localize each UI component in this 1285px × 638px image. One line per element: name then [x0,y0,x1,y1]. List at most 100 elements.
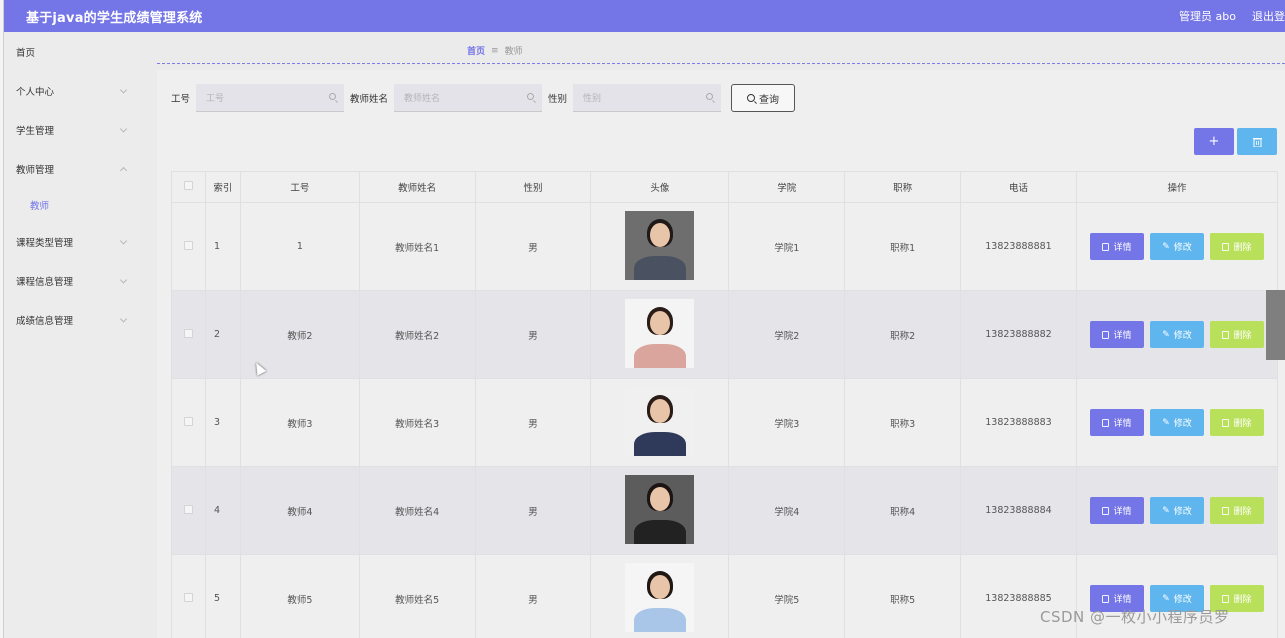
sidebar-item-profile[interactable]: 个人中心 [4,71,140,110]
cell-title: 职称3 [844,378,962,467]
trash-icon [1222,506,1230,515]
avatar [625,474,695,544]
sidebar-item-grades[interactable]: 成绩信息管理 [4,300,140,339]
sidebar-item-students[interactable]: 学生管理 [4,110,140,149]
edit-button[interactable]: ✎ 修改 [1149,497,1204,524]
cell-phone: 13823888882 [960,290,1077,379]
column-header-phone: 电话 [960,171,1077,203]
trash-icon [1222,594,1230,603]
avatar [625,210,695,280]
query-button[interactable]: 查询 [731,84,796,112]
sidebar-item-courses[interactable]: 课程信息管理 [4,261,140,300]
document-icon [1102,594,1110,603]
cell-college: 学院1 [728,202,846,291]
edit-button[interactable]: ✎ 修改 [1149,233,1204,260]
detail-button[interactable]: 详情 [1089,321,1144,348]
detail-button[interactable]: 详情 [1089,497,1144,524]
avatar [625,298,695,368]
pencil-icon: ✎ [1162,241,1170,252]
cell-name: 教师姓名2 [358,290,476,379]
search-icon [527,93,535,100]
edit-button[interactable]: ✎ 修改 [1149,321,1204,348]
pencil-icon: ✎ [1162,593,1170,604]
breadcrumb: 首页 ≡ 教师 [157,38,1285,64]
chevron-down-icon [119,314,128,323]
column-header-name: 教师姓名 [358,171,476,203]
column-header-title: 职称 [844,171,962,203]
cell-index: 4 [204,466,241,555]
cell-id: 教师4 [239,466,360,555]
cell-title: 职称1 [844,202,962,291]
batch-delete-button[interactable] [1237,128,1277,155]
cell-gender: 男 [474,202,592,291]
main-panel: 工号 工号 教师姓名 教师姓名 性别 性别 查询 + 索引 工号 教师姓名 性别… [157,70,1285,638]
table-row: 1 1 教师姓名1 男 学院1 职称1 13823888881 详情 ✎ 修改 删… [171,202,1279,291]
pencil-icon: ✎ [1162,505,1170,516]
table-row: 4 教师4 教师姓名4 男 学院4 职称4 13823888884 详情 ✎ 修改… [171,466,1279,555]
delete-button[interactable]: 删除 [1209,409,1264,436]
breadcrumb-separator: ≡ [491,45,499,56]
column-header-index: 索引 [204,171,241,203]
cell-gender: 男 [474,290,592,379]
scrollbar-thumb[interactable] [1266,290,1285,360]
sidebar-item-home[interactable]: 首页 [4,32,140,71]
sidebar-subitem-teacher[interactable]: 教师 [4,188,140,222]
row-checkbox[interactable] [183,504,193,514]
chevron-down-icon [119,124,128,133]
edit-button[interactable]: ✎ 修改 [1149,409,1204,436]
trash-icon [1222,330,1230,339]
cell-college: 学院3 [728,378,846,467]
sidebar-item-course-types[interactable]: 课程类型管理 [4,222,140,261]
search-input-gender[interactable]: 性别 [573,84,722,112]
sidebar: 首页 个人中心 学生管理 教师管理 教师 课程类型管理 课程信息管理 成绩信息管… [4,32,140,638]
cell-name: 教师姓名1 [358,202,476,291]
delete-button[interactable]: 删除 [1209,321,1264,348]
delete-button[interactable]: 删除 [1209,497,1264,524]
trash-icon [1222,418,1230,427]
sidebar-item-teachers[interactable]: 教师管理 [4,149,140,188]
cell-gender: 男 [474,378,592,467]
cell-id: 教师3 [239,378,360,467]
column-header-avatar: 头像 [590,171,730,203]
cell-college: 学院5 [728,554,846,638]
table-row: 3 教师3 教师姓名3 男 学院3 职称3 13823888883 详情 ✎ 修改… [171,378,1279,467]
logout-button[interactable]: 退出登 [1252,8,1285,24]
cell-title: 职称2 [844,290,962,379]
search-label-id: 工号 [171,94,191,105]
detail-button[interactable]: 详情 [1089,233,1144,260]
document-icon [1102,506,1110,515]
chevron-down-icon [119,85,128,94]
detail-button[interactable]: 详情 [1089,409,1144,436]
watermark: CSDN @一枚小小程序员罗 [1040,608,1230,626]
avatar [625,562,695,632]
cell-title: 职称4 [844,466,962,555]
cell-phone: 13823888884 [960,466,1077,555]
cell-index: 1 [204,202,241,291]
chevron-down-icon [119,236,128,245]
table-body: 1 1 教师姓名1 男 学院1 职称1 13823888881 详情 ✎ 修改 删… [171,202,1279,638]
cell-gender: 男 [474,466,592,555]
search-icon [329,93,337,100]
cell-college: 学院2 [728,290,846,379]
row-checkbox[interactable] [183,592,193,602]
cell-name: 教师姓名5 [358,554,476,638]
search-label-name: 教师姓名 [350,94,389,105]
document-icon [1102,418,1110,427]
document-icon [1102,330,1110,339]
cell-index: 3 [204,378,241,467]
table-header: 索引 工号 教师姓名 性别 头像 学院 职称 电话 操作 [171,171,1279,203]
row-checkbox[interactable] [183,416,193,426]
breadcrumb-home[interactable]: 首页 [467,44,485,57]
search-label-gender: 性别 [548,94,568,105]
search-bar: 工号 工号 教师姓名 教师姓名 性别 性别 查询 [171,84,796,112]
add-button[interactable]: + [1194,128,1234,155]
delete-button[interactable]: 删除 [1209,233,1264,260]
row-checkbox[interactable] [183,328,193,338]
search-input-name[interactable]: 教师姓名 [394,84,543,112]
table-row: 2 教师2 教师姓名2 男 学院2 职称2 13823888882 详情 ✎ 修改… [171,290,1279,379]
select-all-checkbox[interactable] [183,181,193,190]
search-input-id[interactable]: 工号 [196,84,345,112]
row-checkbox[interactable] [183,240,193,250]
teacher-table: 索引 工号 教师姓名 性别 头像 学院 职称 电话 操作 1 1 教师姓名1 男 [171,171,1279,638]
app-title: 基于java的学生成绩管理系统 [26,10,203,26]
